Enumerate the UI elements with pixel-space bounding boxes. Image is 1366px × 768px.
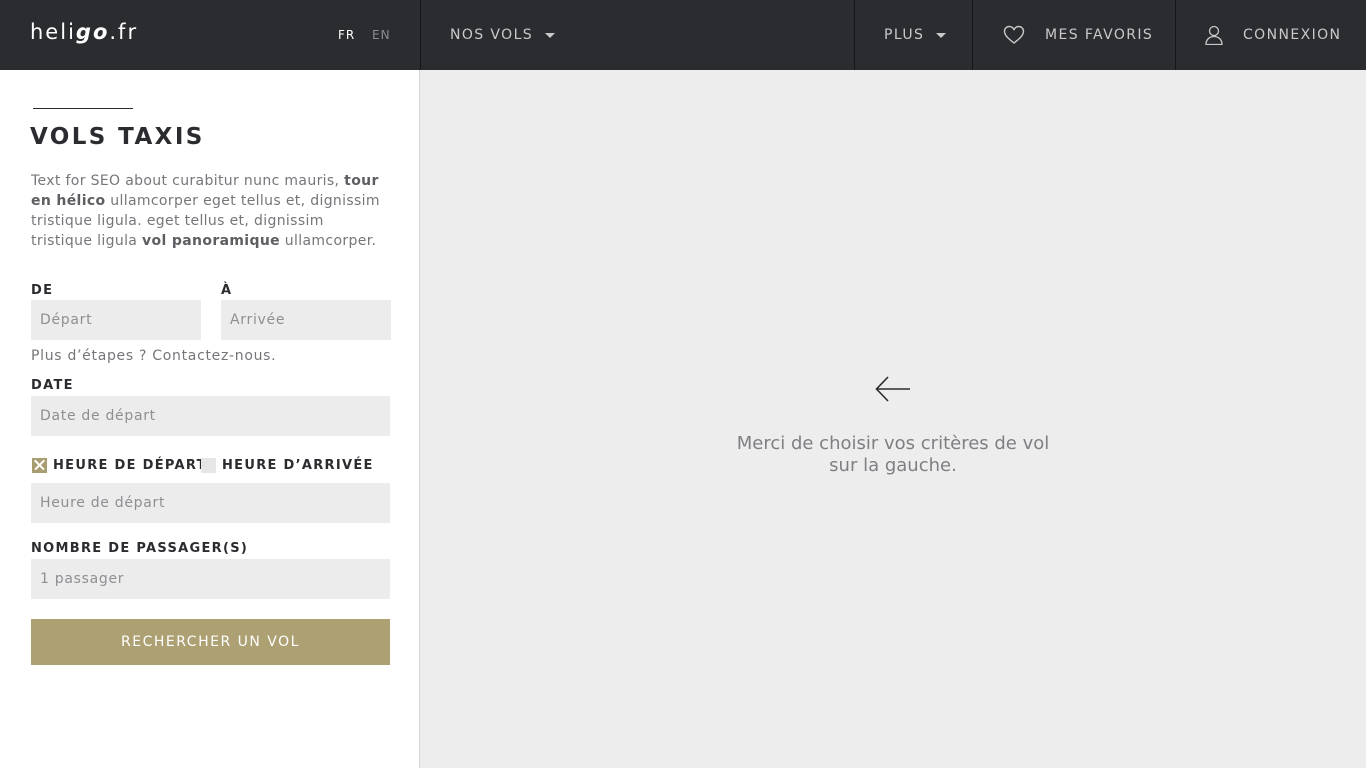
arrival-input[interactable] <box>221 300 391 340</box>
title-divider <box>33 108 133 109</box>
search-flight-button[interactable]: RECHERCHER UN VOL <box>31 619 390 665</box>
nav-divider <box>420 0 421 70</box>
departure-time-checkbox[interactable] <box>32 457 47 473</box>
lang-en-link[interactable]: EN <box>372 28 391 42</box>
departure-time-option[interactable]: HEURE DE DÉPART <box>32 457 207 473</box>
seo-intro-text: Text for SEO about curabitur nunc mauris… <box>31 171 389 251</box>
page-title: VOLS TAXIS <box>30 124 205 150</box>
nav-flights-menu[interactable]: NOS VOLS <box>450 0 556 70</box>
lang-fr-link[interactable]: FR <box>338 28 355 42</box>
site-logo[interactable]: heligo.fr <box>30 20 138 44</box>
search-sidebar: VOLS TAXIS Text for SEO about curabitur … <box>0 70 420 768</box>
nav-favorites-link[interactable]: MES FAVORIS <box>1003 0 1153 70</box>
intro-text-3: ullamcorper. <box>280 233 377 249</box>
nav-divider <box>854 0 855 70</box>
passengers-input[interactable] <box>31 559 390 599</box>
nav-divider <box>972 0 973 70</box>
from-label: DE <box>31 283 54 298</box>
empty-state-line-2: sur la gauche. <box>829 455 957 476</box>
arrival-time-option[interactable]: HEURE D’ARRIVÉE <box>201 457 374 473</box>
top-navbar: heligo.fr FR EN NOS VOLS PLUS MES FAVORI… <box>0 0 1366 70</box>
passengers-label: NOMBRE DE PASSAGER(S) <box>31 541 249 556</box>
date-input[interactable] <box>31 396 390 436</box>
arrow-left-icon <box>874 375 912 407</box>
to-label: À <box>221 283 233 298</box>
chevron-down-icon <box>936 32 947 38</box>
departure-time-label: HEURE DE DÉPART <box>53 457 207 473</box>
arrival-time-label: HEURE D’ARRIVÉE <box>222 457 374 473</box>
empty-state-line-1: Merci de choisir vos critères de vol <box>736 433 1050 454</box>
nav-divider <box>1175 0 1176 70</box>
departure-input[interactable] <box>31 300 201 340</box>
logo-emphasis: go <box>75 20 110 44</box>
nav-more-menu[interactable]: PLUS <box>884 0 947 70</box>
nav-flights-label: NOS VOLS <box>450 27 534 43</box>
heart-icon <box>1003 25 1025 45</box>
date-label: DATE <box>31 378 74 393</box>
logo-suffix: .fr <box>109 20 139 44</box>
results-panel: Merci de choisir vos critères de vol sur… <box>420 70 1366 768</box>
intro-text-1: Text for SEO about curabitur nunc mauris… <box>31 173 345 189</box>
user-icon <box>1205 25 1223 45</box>
nav-login-link[interactable]: CONNEXION <box>1205 0 1341 70</box>
chevron-down-icon <box>545 32 556 38</box>
more-steps-contact-link[interactable]: Plus d’étapes ? Contactez-nous. <box>31 348 276 364</box>
arrival-time-checkbox[interactable] <box>201 457 216 473</box>
nav-more-label: PLUS <box>884 27 925 43</box>
logo-prefix: heli <box>30 20 76 44</box>
nav-login-label: CONNEXION <box>1243 27 1342 43</box>
empty-state-message: Merci de choisir vos critères de vol sur… <box>420 433 1366 477</box>
time-input[interactable] <box>31 483 390 523</box>
intro-bold-2: vol panoramique <box>142 233 280 249</box>
nav-favorites-label: MES FAVORIS <box>1045 27 1154 43</box>
